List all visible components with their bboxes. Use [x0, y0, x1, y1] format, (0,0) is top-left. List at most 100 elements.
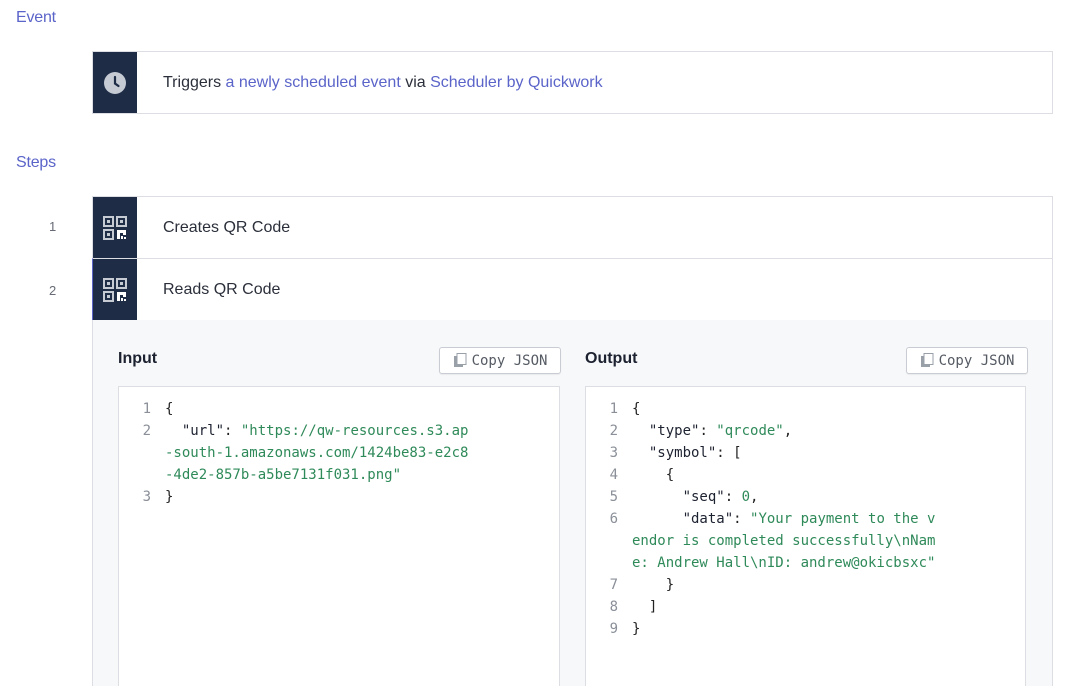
step-label: Reads QR Code — [163, 280, 281, 298]
trigger-prefix: Triggers — [163, 73, 226, 91]
code-line: 6 "data": "Your payment to the v — [586, 508, 1025, 530]
code-token: "Your payment to the v — [750, 511, 936, 527]
code-token: : — [724, 489, 742, 505]
code-token: : — [699, 423, 717, 439]
input-title: Input — [118, 350, 158, 367]
code-token: "type" — [648, 423, 700, 439]
qr-code-icon — [93, 259, 137, 320]
code-token: , — [783, 423, 793, 439]
code-line: e: Andrew Hall\nID: andrew@okicbsxc" — [586, 552, 1025, 574]
copy-icon — [453, 353, 467, 367]
code-line: 8 ] — [586, 596, 1025, 618]
code-line: 1{ — [586, 398, 1025, 420]
code-token: : [ — [716, 445, 742, 461]
copy-input-json-button[interactable]: Copy JSON — [439, 347, 561, 374]
code-text: -4de2-857b-a5be7131f031.png" — [165, 464, 401, 486]
code-text: -south-1.amazonaws.com/1424be83-e2c8 — [165, 442, 468, 464]
steps-heading: Steps — [16, 154, 56, 171]
code-text: { — [165, 398, 173, 420]
code-line: 2 "type": "qrcode", — [586, 420, 1025, 442]
code-text: ] — [632, 596, 657, 618]
line-number — [119, 442, 165, 464]
step-row-read-qr[interactable]: Reads QR Code — [92, 258, 1053, 321]
copy-button-label: Copy JSON — [938, 352, 1015, 369]
line-number: 3 — [609, 445, 618, 461]
copy-output-json-button[interactable]: Copy JSON — [906, 347, 1028, 374]
line-number: 1 — [142, 401, 151, 417]
event-link[interactable]: a newly scheduled event — [226, 74, 401, 91]
code-token: , — [750, 489, 759, 505]
line-number: 5 — [609, 489, 618, 505]
code-text: "seq": 0, — [632, 486, 759, 508]
output-title: Output — [585, 350, 638, 367]
code-token: 0 — [741, 489, 751, 505]
code-text: } — [165, 486, 173, 508]
copy-button-label: Copy JSON — [471, 352, 548, 369]
code-line: 2 "url": "https://qw-resources.s3.ap — [119, 420, 559, 442]
code-line: 9} — [586, 618, 1025, 640]
line-number: 6 — [609, 511, 618, 527]
code-token: "url" — [181, 423, 225, 439]
code-line: 4 { — [586, 464, 1025, 486]
code-token: : — [224, 423, 241, 439]
code-text: "symbol": [ — [632, 442, 742, 464]
step-row-create-qr[interactable]: Creates QR Code — [92, 196, 1053, 259]
step-label: Creates QR Code — [163, 218, 291, 236]
code-line: endor is completed successfully\nNam — [586, 530, 1025, 552]
code-text: { — [632, 398, 640, 420]
code-line: -4de2-857b-a5be7131f031.png" — [119, 464, 559, 486]
code-text: e: Andrew Hall\nID: andrew@okicbsxc" — [632, 552, 935, 574]
line-number — [586, 530, 632, 552]
event-trigger-row[interactable]: Triggers a newly scheduled event via Sch… — [92, 51, 1053, 114]
code-token: { — [632, 467, 675, 483]
code-token: "data" — [682, 511, 734, 527]
app-link[interactable]: Scheduler by Quickwork — [430, 74, 603, 91]
code-line: 1{ — [119, 398, 559, 420]
code-line: -south-1.amazonaws.com/1424be83-e2c8 — [119, 442, 559, 464]
code-text: { — [632, 464, 674, 486]
output-json-code[interactable]: 1{2 "type": "qrcode", 3 "symbol": [4 {5 "… — [585, 386, 1026, 686]
code-token: endor is completed successfully\nNam — [632, 533, 936, 549]
input-json-code[interactable]: 1{2 "url": "https://qw-resources.s3.ap -s… — [118, 386, 560, 686]
event-trigger-text: Triggers a newly scheduled event via Sch… — [163, 74, 603, 92]
code-line: 3} — [119, 486, 559, 508]
line-number — [119, 464, 165, 486]
step-number: 1 — [49, 219, 57, 234]
code-token: "seq" — [682, 489, 725, 505]
code-token: } — [165, 489, 174, 505]
code-line: 7 } — [586, 574, 1025, 596]
line-number: 2 — [142, 423, 151, 439]
trigger-middle: via — [400, 73, 431, 91]
line-number: 4 — [609, 467, 618, 483]
code-token: } — [632, 621, 641, 637]
code-text: endor is completed successfully\nNam — [632, 530, 935, 552]
code-token: -4de2-857b-a5be7131f031.png" — [165, 467, 402, 483]
line-number: 3 — [142, 489, 151, 505]
code-token: -south-1.amazonaws.com/1424be83-e2c8 — [165, 445, 469, 461]
code-line: 3 "symbol": [ — [586, 442, 1025, 464]
code-token: e: Andrew Hall\nID: andrew@okicbsxc" — [632, 555, 936, 571]
line-number: 7 — [609, 577, 618, 593]
copy-icon — [920, 353, 934, 367]
line-number: 2 — [609, 423, 618, 439]
line-number: 1 — [609, 401, 618, 417]
line-number: 8 — [609, 599, 618, 615]
code-token: : — [733, 511, 751, 527]
code-token: ] — [632, 599, 658, 615]
code-text: "data": "Your payment to the v — [632, 508, 936, 530]
code-token: { — [165, 401, 174, 417]
code-text: "type": "qrcode", — [632, 420, 792, 442]
code-text: "url": "https://qw-resources.s3.ap — [165, 420, 469, 442]
code-token: "qrcode" — [716, 423, 784, 439]
code-token: { — [632, 401, 641, 417]
step-number: 2 — [49, 283, 57, 298]
code-text: } — [632, 574, 674, 596]
line-number: 9 — [609, 621, 618, 637]
line-number — [586, 552, 632, 574]
code-token: "https://qw-resources.s3.ap — [240, 423, 469, 439]
code-token: } — [632, 577, 675, 593]
